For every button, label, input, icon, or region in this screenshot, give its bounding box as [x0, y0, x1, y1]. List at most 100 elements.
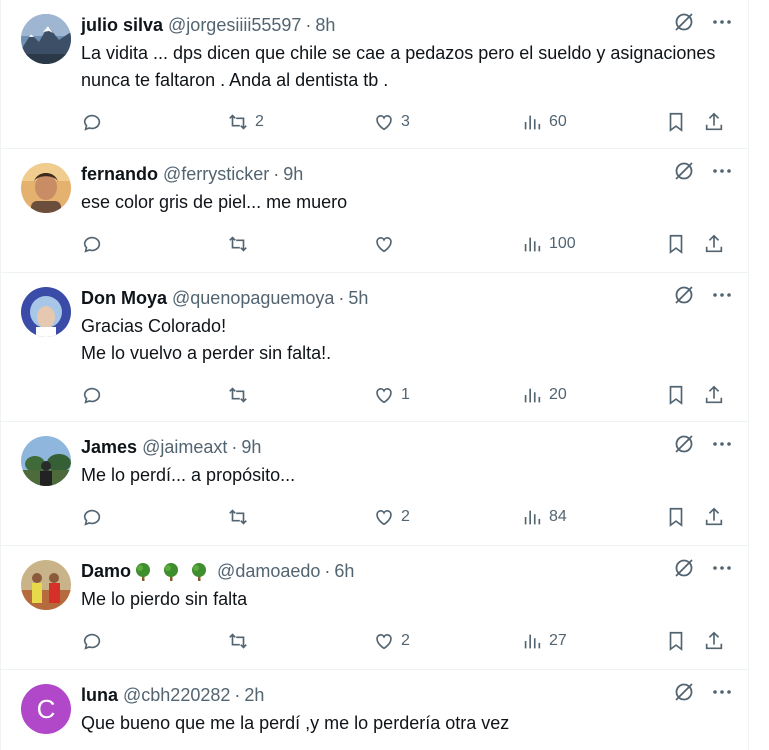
retweet-button[interactable]: 2 [227, 102, 264, 142]
timestamp[interactable]: 9h [241, 437, 261, 458]
reply-button[interactable] [81, 621, 103, 661]
tweet-header: Damo @damoaedo · 6h [81, 558, 732, 584]
retweet-count: 2 [255, 113, 264, 130]
user-handle[interactable]: @jorgesiiii55597 [168, 15, 301, 36]
like-button[interactable]: 2 [373, 621, 410, 661]
reply-button[interactable] [81, 375, 103, 415]
views-button[interactable]: 60 [521, 102, 567, 142]
reply-button[interactable] [81, 102, 103, 142]
grok-icon[interactable] [672, 283, 696, 307]
share-button[interactable] [703, 497, 725, 537]
action-bar: 2 3 60 [81, 102, 742, 142]
bookmark-icon [669, 631, 683, 651]
user-handle[interactable]: @ferrysticker [163, 164, 269, 185]
views-icon [524, 115, 541, 130]
separator: · [231, 436, 238, 457]
tweet-header: fernando @ferrysticker · 9h [81, 161, 732, 187]
tweet[interactable]: James @jaimeaxt · 9h Me lo perdí... a pr… [1, 422, 748, 546]
tweet[interactable]: C luna @cbh220282 · 2h Que bueno que me … [1, 670, 748, 750]
action-bar: 1 20 [81, 375, 742, 415]
grok-icon[interactable] [672, 10, 696, 34]
share-button[interactable] [703, 224, 725, 264]
retweet-button[interactable] [227, 375, 255, 415]
more-icon[interactable] [710, 10, 734, 34]
retweet-button[interactable] [227, 621, 255, 661]
timestamp[interactable]: 5h [348, 288, 368, 309]
avatar[interactable] [21, 560, 71, 610]
bookmark-icon [669, 112, 683, 132]
tweet[interactable]: Don Moya @quenopaguemoya · 5h Gracias Co… [1, 273, 748, 422]
retweet-button[interactable] [227, 224, 255, 264]
grok-icon[interactable] [672, 432, 696, 456]
bookmark-button[interactable] [665, 375, 687, 415]
share-icon [705, 631, 723, 650]
display-name[interactable]: Don Moya [81, 288, 167, 309]
like-count: 2 [401, 508, 410, 525]
action-bar: 100 [81, 224, 742, 264]
share-icon [705, 234, 723, 253]
bookmark-button[interactable] [665, 224, 687, 264]
views-icon [524, 237, 541, 252]
display-name[interactable]: Damo [81, 561, 131, 582]
views-button[interactable]: 20 [521, 375, 567, 415]
share-button[interactable] [703, 375, 725, 415]
avatar[interactable]: C [21, 684, 71, 734]
more-icon[interactable] [710, 556, 734, 580]
tweet[interactable]: Damo @damoaedo · 6h Me lo pierdo sin fal… [1, 546, 748, 670]
timestamp[interactable]: 8h [315, 15, 335, 36]
user-handle[interactable]: @quenopaguemoya [172, 288, 334, 309]
avatar[interactable] [21, 163, 71, 213]
like-button[interactable]: 1 [373, 375, 410, 415]
retweet-icon [229, 236, 247, 252]
display-name[interactable]: julio silva [81, 15, 163, 36]
more-icon[interactable] [710, 283, 734, 307]
bookmark-button[interactable] [665, 102, 687, 142]
bookmark-button[interactable] [665, 497, 687, 537]
tweet-header: julio silva @jorgesiiii55597 · 8h [81, 12, 732, 38]
heart-icon [376, 115, 392, 131]
avatar[interactable] [21, 436, 71, 486]
retweet-button[interactable] [227, 497, 255, 537]
like-button[interactable] [373, 224, 401, 264]
user-handle[interactable]: @damoaedo [217, 561, 320, 582]
more-icon[interactable] [710, 432, 734, 456]
heart-icon [376, 237, 392, 253]
tree-emoji-icon [136, 562, 151, 581]
views-button[interactable]: 27 [521, 621, 567, 661]
tweet-header: Don Moya @quenopaguemoya · 5h [81, 285, 732, 311]
share-button[interactable] [703, 621, 725, 661]
bookmark-button[interactable] [665, 621, 687, 661]
reply-button[interactable] [81, 497, 103, 537]
avatar[interactable] [21, 14, 71, 64]
like-button[interactable]: 3 [373, 102, 410, 142]
share-icon [705, 385, 723, 404]
share-button[interactable] [703, 102, 725, 142]
display-name[interactable]: James [81, 437, 137, 458]
tweet[interactable]: fernando @ferrysticker · 9h ese color gr… [1, 149, 748, 273]
timestamp[interactable]: 6h [334, 561, 354, 582]
reply-button[interactable] [81, 224, 103, 264]
action-bar: 2 84 [81, 497, 742, 537]
reply-icon [83, 236, 101, 253]
user-handle[interactable]: @jaimeaxt [142, 437, 227, 458]
like-button[interactable]: 2 [373, 497, 410, 537]
user-handle[interactable]: @cbh220282 [123, 685, 230, 706]
timestamp[interactable]: 2h [244, 685, 264, 706]
grok-icon[interactable] [672, 680, 696, 704]
tweet-header: James @jaimeaxt · 9h [81, 434, 732, 460]
tweet[interactable]: julio silva @jorgesiiii55597 · 8h La vid… [1, 0, 748, 149]
views-button[interactable]: 100 [521, 224, 576, 264]
avatar[interactable] [21, 287, 71, 337]
views-button[interactable]: 84 [521, 497, 567, 537]
separator: · [338, 287, 345, 308]
display-name[interactable]: fernando [81, 164, 158, 185]
reply-icon [83, 509, 101, 526]
more-icon[interactable] [710, 159, 734, 183]
avatar-letter: C [36, 693, 56, 724]
grok-icon[interactable] [672, 159, 696, 183]
display-name[interactable]: luna [81, 685, 118, 706]
more-icon[interactable] [710, 680, 734, 704]
retweet-icon [229, 509, 247, 525]
grok-icon[interactable] [672, 556, 696, 580]
timestamp[interactable]: 9h [283, 164, 303, 185]
